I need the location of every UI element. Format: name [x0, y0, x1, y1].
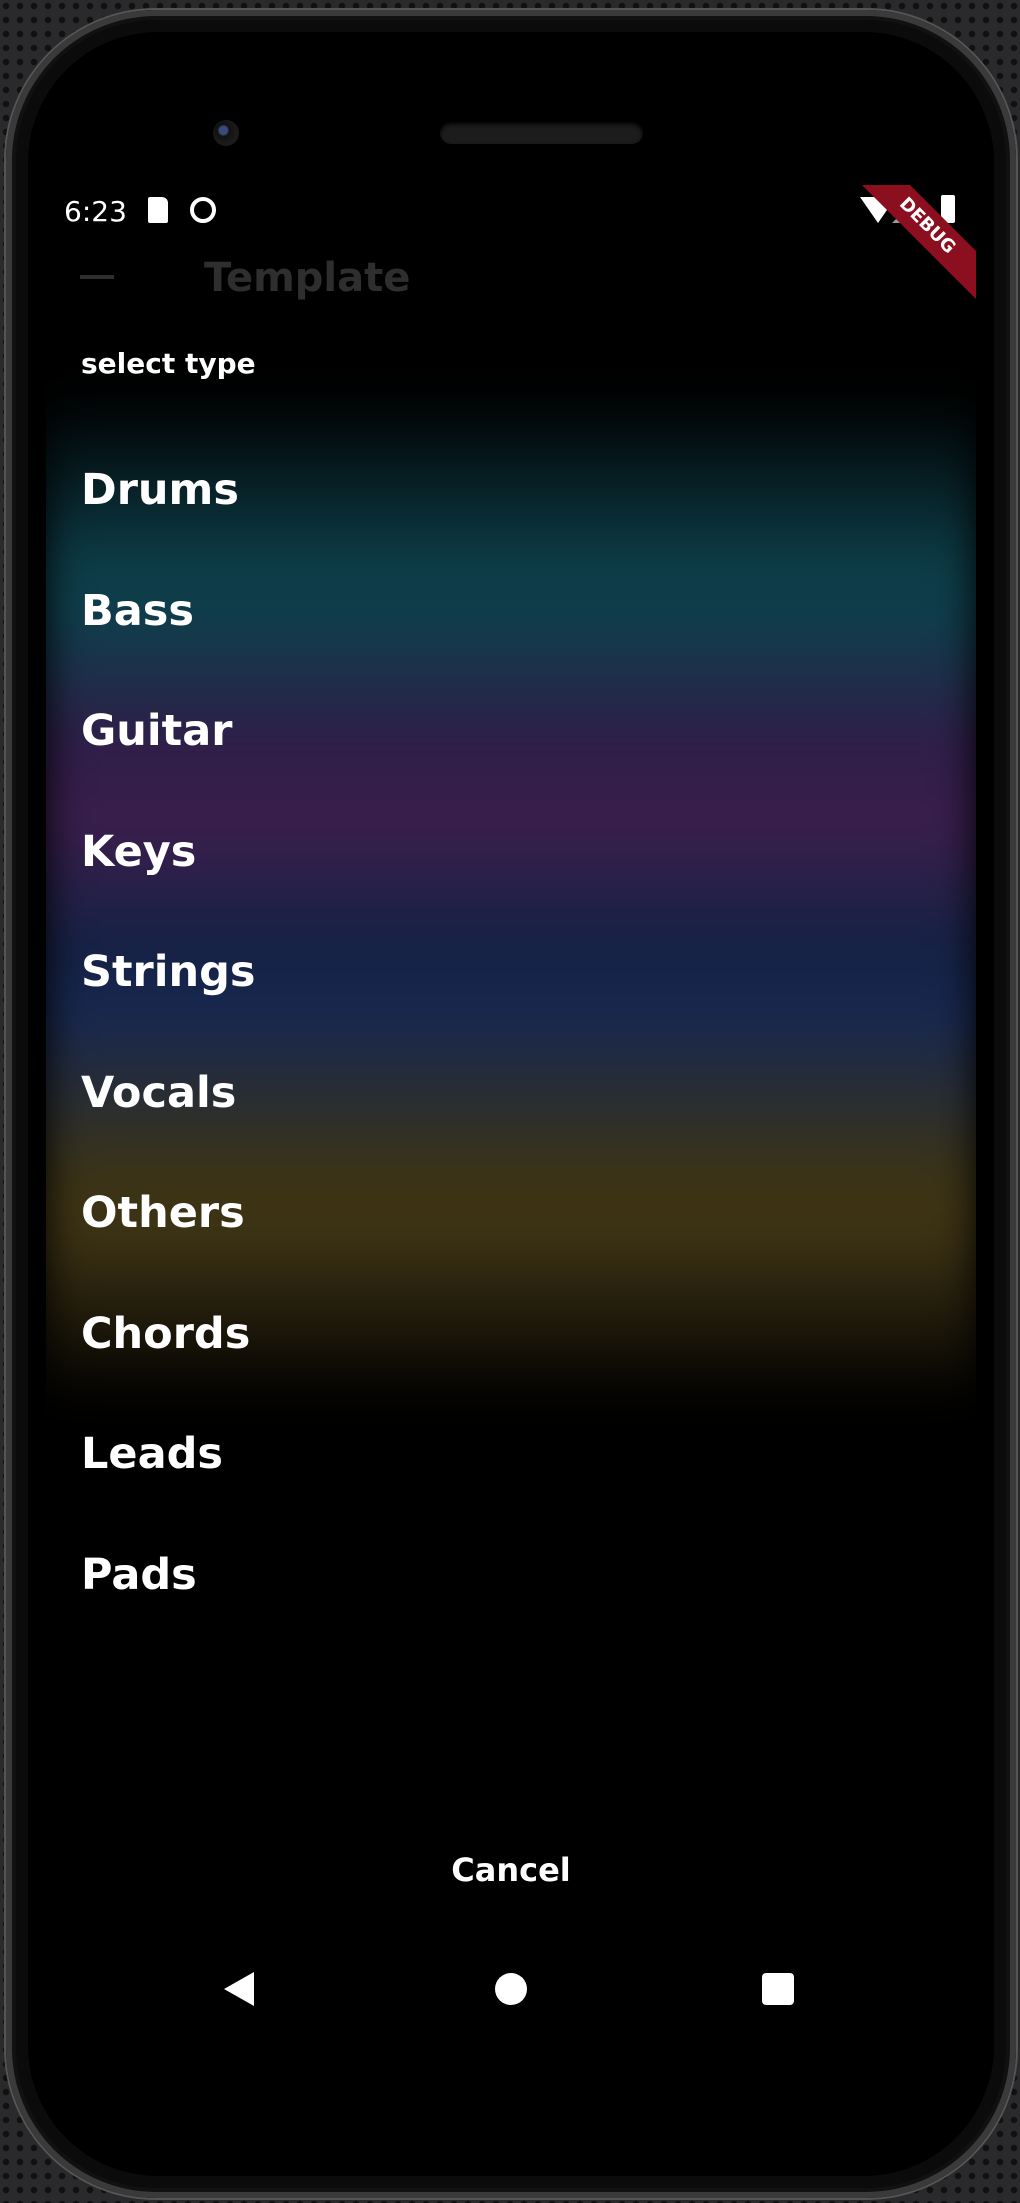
front-camera-icon: [213, 120, 239, 146]
arrow-back-icon[interactable]: [80, 275, 114, 279]
sync-icon: [190, 197, 216, 223]
option-keys[interactable]: Keys: [46, 792, 976, 913]
recents-square-icon[interactable]: [762, 1973, 794, 2005]
option-pads[interactable]: Pads: [46, 1515, 976, 1636]
option-strings[interactable]: Strings: [46, 912, 976, 1033]
status-time: 6:23: [64, 195, 127, 228]
option-chords[interactable]: Chords: [46, 1274, 976, 1395]
cancel-button[interactable]: Cancel: [431, 1830, 591, 1910]
back-triangle-icon[interactable]: [224, 1972, 254, 2006]
option-bass[interactable]: Bass: [46, 551, 976, 672]
sd-card-icon: [148, 197, 168, 223]
screen: 6:23 DEBUG Template select type Drums Ba…: [46, 185, 976, 2045]
option-others[interactable]: Others: [46, 1153, 976, 1274]
option-guitar[interactable]: Guitar: [46, 671, 976, 792]
option-leads[interactable]: Leads: [46, 1394, 976, 1515]
app-bar: Template: [46, 235, 976, 335]
option-drums[interactable]: Drums: [46, 430, 976, 551]
status-bar: 6:23: [46, 185, 976, 235]
earpiece-speaker: [440, 122, 643, 144]
type-option-list: Drums Bass Guitar Keys Strings Vocals Ot…: [46, 430, 976, 1635]
navigation-bar: [46, 1935, 976, 2045]
home-circle-icon[interactable]: [495, 1973, 527, 2005]
dialog-title: select type: [81, 347, 256, 380]
option-vocals[interactable]: Vocals: [46, 1033, 976, 1154]
app-bar-title: Template: [204, 255, 411, 301]
